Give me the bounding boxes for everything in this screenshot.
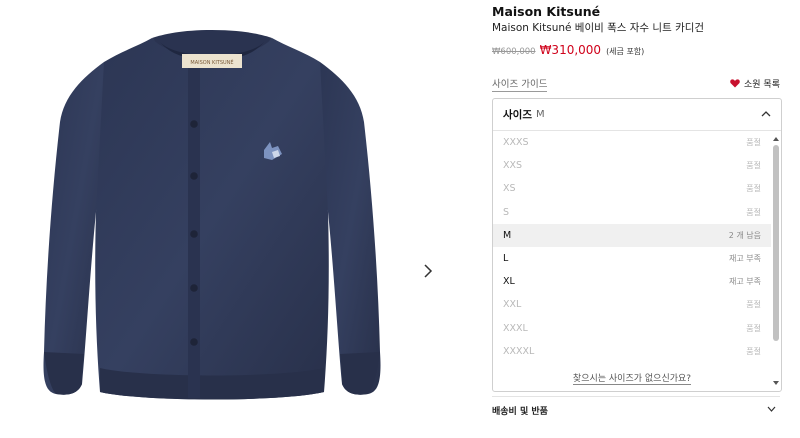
chevron-down-icon (767, 406, 776, 412)
size-option[interactable]: XXXS 품절 (493, 131, 771, 154)
size-option-status: 품절 (746, 184, 761, 194)
size-option-status: 품절 (746, 207, 761, 217)
size-option-name: XXXS (503, 137, 529, 149)
size-dropdown-label: 사이즈 (503, 109, 532, 121)
size-option-name: XXS (503, 160, 523, 172)
scroll-up-arrow-icon[interactable] (772, 135, 780, 143)
size-option-name: XS (503, 183, 516, 195)
size-option-status: 재고 부족 (729, 254, 761, 264)
size-option-status: 재고 부족 (729, 277, 761, 287)
product-info: Maison Kitsuné Maison Kitsuné 베이비 폭스 자수 … (492, 0, 784, 438)
size-option-status: 품절 (746, 300, 761, 310)
shipping-returns-label: 배송비 및 반품 (492, 406, 548, 417)
size-option[interactable]: XS 품절 (493, 177, 771, 200)
scrollbar-thumb[interactable] (773, 145, 779, 341)
product-title: Maison Kitsuné 베이비 폭스 자수 니트 카디건 (492, 22, 705, 34)
size-option[interactable]: XXS 품절 (493, 154, 771, 177)
shipping-returns-accordion[interactable]: 배송비 및 반품 (492, 401, 780, 419)
size-option-name: XXL (503, 299, 522, 311)
size-option-list: XXXS 품절 XXS 품절 XS 품절 S 품절 M 2 개 남음 L 재고 … (493, 131, 771, 363)
size-option-status: 품절 (746, 161, 761, 171)
size-option-status: 2 개 남음 (728, 230, 761, 240)
tax-note: (세금 포함) (606, 47, 645, 56)
product-image: MAISON KITSUNÉ (43, 30, 381, 400)
size-option-name: S (503, 206, 510, 218)
size-list-scrollbar[interactable] (771, 131, 781, 389)
wishlist-button[interactable]: 소원 목록 (730, 77, 780, 90)
size-option[interactable]: XL 재고 부족 (493, 270, 771, 293)
size-option-name: M (503, 229, 512, 241)
size-option-name: L (503, 253, 509, 265)
section-divider (492, 396, 780, 397)
size-dropdown-header[interactable]: 사이즈 M (493, 99, 781, 131)
size-not-found-label: 찾으시는 사이즈가 없으신가요? (572, 374, 692, 385)
scroll-down-arrow-icon[interactable] (772, 379, 780, 387)
heart-icon (730, 79, 740, 88)
size-option-status: 품절 (746, 138, 761, 148)
size-option-name: XXXL (503, 322, 528, 334)
size-guide-link[interactable]: 사이즈 가이드 (492, 76, 548, 92)
sale-price: ₩310,000 (539, 43, 602, 57)
original-price: ₩600,000 (492, 47, 536, 57)
size-option[interactable]: XXXL 품절 (493, 317, 771, 340)
size-not-found-link[interactable]: 찾으시는 사이즈가 없으신가요? (493, 371, 771, 385)
size-option[interactable]: L 재고 부족 (493, 247, 771, 270)
product-gallery: MAISON KITSUNÉ (0, 0, 450, 438)
size-option[interactable]: XXL 품절 (493, 293, 771, 316)
wishlist-label: 소원 목록 (744, 80, 780, 90)
size-option-name: XXXXL (503, 345, 535, 357)
chevron-up-icon (761, 111, 771, 117)
size-option-status: 품절 (746, 346, 761, 356)
size-option[interactable]: XXXXL 품절 (493, 340, 771, 363)
size-dropdown-value: M (535, 109, 545, 120)
brand-name[interactable]: Maison Kitsuné (492, 4, 600, 19)
size-option-status: 품절 (746, 323, 761, 333)
size-dropdown[interactable]: 사이즈 M XXXS 품절 XXS 품절 XS 품절 S 품절 M 2 개 남음… (492, 98, 782, 392)
size-option-name: XL (503, 276, 515, 288)
chevron-right-icon (424, 264, 433, 278)
svg-text:MAISON KITSUNÉ: MAISON KITSUNÉ (190, 58, 233, 66)
size-option-selected[interactable]: M 2 개 남음 (493, 223, 771, 247)
size-option[interactable]: S 품절 (493, 201, 771, 224)
price-row: ₩600,000 ₩310,000 (세금 포함) (492, 43, 644, 57)
next-image-button[interactable] (418, 260, 438, 282)
